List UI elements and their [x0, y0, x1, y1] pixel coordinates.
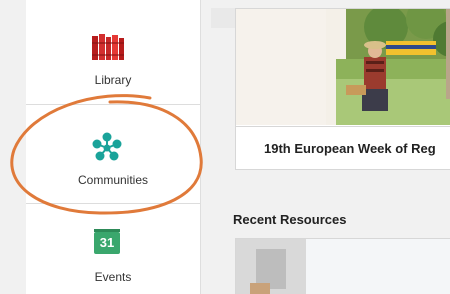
- resource-thumbnail: [236, 239, 450, 294]
- sidebar-item-label: Events: [94, 270, 132, 284]
- sidebar-item-events[interactable]: 31 Events: [26, 204, 200, 294]
- communities-network-icon: [92, 132, 122, 161]
- sidebar-item-library[interactable]: Library: [26, 0, 200, 104]
- resource-card[interactable]: [235, 238, 450, 294]
- main-content: 19th European Week of Reg Recent Resourc…: [201, 0, 450, 294]
- news-photo: [236, 9, 450, 125]
- calendar-icon: 31: [94, 229, 120, 254]
- library-books-icon: [92, 34, 124, 60]
- recent-resources-heading: Recent Resources: [233, 212, 347, 227]
- sidebar-item-label: Communities: [77, 173, 149, 187]
- featured-news-title[interactable]: 19th European Week of Reg: [236, 126, 450, 169]
- sidebar-nav: Library Communities 31 Events: [26, 0, 201, 294]
- sidebar-item-communities[interactable]: Communities: [26, 105, 200, 203]
- featured-news-card[interactable]: 19th European Week of Reg: [235, 8, 450, 170]
- page: Library Communities 31 Events 19th Europ…: [0, 0, 450, 294]
- sidebar-item-label: Library: [94, 73, 132, 87]
